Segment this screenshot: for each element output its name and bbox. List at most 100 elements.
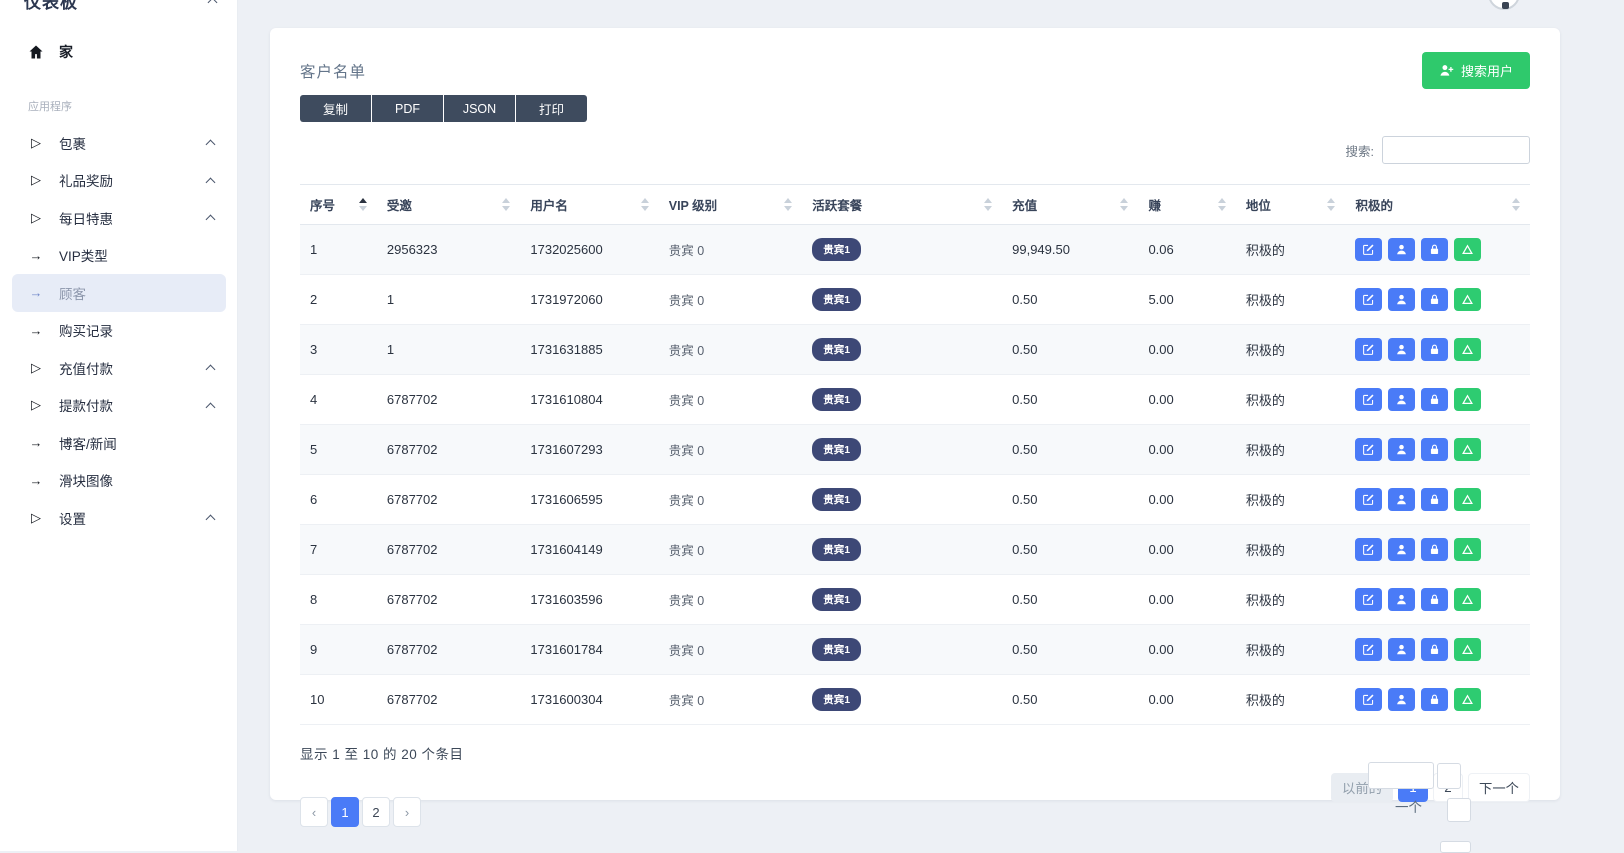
sidebar-item-purchase-records[interactable]: →购买记录 <box>0 312 238 350</box>
lock-user-button[interactable] <box>1421 338 1448 361</box>
view-user-button[interactable] <box>1388 638 1415 661</box>
edit-user-button[interactable] <box>1355 688 1382 711</box>
column-header-earn[interactable]: 赚 <box>1138 185 1235 225</box>
partial-input[interactable] <box>1368 762 1434 789</box>
status-cell: 积极的 <box>1236 275 1346 325</box>
page-1-button[interactable]: 1 <box>331 797 359 827</box>
home-icon <box>28 44 44 60</box>
lock-user-button[interactable] <box>1421 288 1448 311</box>
sidebar-item-dashboard[interactable]: 仪表板 <box>0 0 238 16</box>
lock-user-button[interactable] <box>1421 438 1448 461</box>
partial-page-box[interactable] <box>1447 798 1471 822</box>
print-button[interactable]: 打印 <box>516 95 587 122</box>
lock-user-button[interactable] <box>1421 238 1448 261</box>
view-user-button[interactable] <box>1388 388 1415 411</box>
column-header-status[interactable]: 地位 <box>1236 185 1346 225</box>
table-search-input[interactable] <box>1382 136 1530 164</box>
sort-desc-icon <box>1218 206 1226 211</box>
package-badge: 贵宾1 <box>812 538 861 561</box>
view-user-button[interactable] <box>1388 688 1415 711</box>
view-user-button[interactable] <box>1388 238 1415 261</box>
table-row: 311731631885贵宾 0贵宾10.500.00积极的 <box>300 325 1530 375</box>
prev-page-arrow[interactable]: ‹ <box>300 797 328 827</box>
edit-user-button[interactable] <box>1355 238 1382 261</box>
sidebar-item-withdrawal-payments[interactable]: ▷提款付款 <box>0 387 238 425</box>
partial-button[interactable] <box>1437 763 1461 789</box>
view-user-button[interactable] <box>1388 338 1415 361</box>
username-cell: 1731603596 <box>520 575 658 625</box>
edit-user-button[interactable] <box>1355 438 1382 461</box>
sort-asc-icon <box>1218 198 1226 203</box>
promote-user-button[interactable] <box>1454 538 1481 561</box>
sidebar-item-blog-news[interactable]: →博客/新闻 <box>0 424 238 462</box>
lock-user-button[interactable] <box>1421 488 1448 511</box>
lock-user-button[interactable] <box>1421 638 1448 661</box>
vip-level-cell: 贵宾 0 <box>659 375 803 425</box>
column-header-vip-level[interactable]: VIP 级别 <box>659 185 803 225</box>
partial-next-label[interactable]: 一个 <box>1395 796 1422 816</box>
recharge-cell: 0.50 <box>1002 575 1138 625</box>
promote-user-button[interactable] <box>1454 488 1481 511</box>
sidebar-item-slider-images[interactable]: →滑块图像 <box>0 462 238 500</box>
column-header-invited[interactable]: 受邀 <box>377 185 521 225</box>
next-page-arrow[interactable]: › <box>393 797 421 827</box>
sidebar-item-daily-specials[interactable]: ▷每日特惠 <box>0 199 238 237</box>
promote-user-button[interactable] <box>1454 638 1481 661</box>
lock-user-button[interactable] <box>1421 588 1448 611</box>
promote-user-button[interactable] <box>1454 388 1481 411</box>
column-header-recharge[interactable]: 充值 <box>1002 185 1138 225</box>
package-badge: 贵宾1 <box>812 438 861 461</box>
column-header-active-package[interactable]: 活跃套餐 <box>802 185 1002 225</box>
status-cell: 积极的 <box>1236 475 1346 525</box>
edit-user-button[interactable] <box>1355 338 1382 361</box>
sidebar-item-customers[interactable]: →顾客 <box>12 274 226 312</box>
package-badge: 贵宾1 <box>812 688 861 711</box>
column-header-username[interactable]: 用户名 <box>520 185 658 225</box>
lock-user-button[interactable] <box>1421 388 1448 411</box>
edit-user-button[interactable] <box>1355 488 1382 511</box>
page-2-button[interactable]: 2 <box>362 797 390 827</box>
recharge-cell: 99,949.50 <box>1002 225 1138 275</box>
partial-bottom-box[interactable] <box>1440 841 1471 853</box>
column-header-no[interactable]: 序号 <box>300 185 377 225</box>
sidebar-item-vip-types[interactable]: →VIP类型 <box>0 237 238 275</box>
sidebar-item-gift-rewards[interactable]: ▷礼品奖励 <box>0 162 238 200</box>
chevron-up-icon <box>208 0 218 7</box>
column-header-active[interactable]: 积极的 <box>1345 185 1530 225</box>
promote-user-button[interactable] <box>1454 238 1481 261</box>
sort-asc-icon <box>641 198 649 203</box>
sidebar-item-home[interactable]: 家 <box>0 32 238 72</box>
edit-user-button[interactable] <box>1355 638 1382 661</box>
promote-user-button[interactable] <box>1454 288 1481 311</box>
search-user-button[interactable]: 搜索用户 <box>1422 52 1530 89</box>
promote-user-button[interactable] <box>1454 338 1481 361</box>
arrow-right-icon: → <box>28 285 44 300</box>
sidebar-item-recharge-payments[interactable]: ▷充值付款 <box>0 349 238 387</box>
sidebar-item-settings[interactable]: ▷设置 <box>0 499 238 537</box>
view-user-button[interactable] <box>1388 538 1415 561</box>
lock-user-button[interactable] <box>1421 538 1448 561</box>
package-badge: 贵宾1 <box>812 338 861 361</box>
view-user-button[interactable] <box>1388 438 1415 461</box>
earn-cell: 0.00 <box>1138 625 1235 675</box>
edit-user-button[interactable] <box>1355 588 1382 611</box>
view-user-button[interactable] <box>1388 288 1415 311</box>
sort-asc-icon <box>1512 198 1520 203</box>
edit-user-button[interactable] <box>1355 538 1382 561</box>
edit-user-button[interactable] <box>1355 288 1382 311</box>
promote-user-button[interactable] <box>1454 588 1481 611</box>
next-button[interactable]: 下一个 <box>1468 773 1530 802</box>
json-button[interactable]: JSON <box>444 95 515 122</box>
table-row: 567877021731607293贵宾 0贵宾10.500.00积极的 <box>300 425 1530 475</box>
promote-user-button[interactable] <box>1454 438 1481 461</box>
status-cell: 积极的 <box>1236 675 1346 725</box>
edit-user-button[interactable] <box>1355 388 1382 411</box>
promote-user-button[interactable] <box>1454 688 1481 711</box>
sidebar-item-packages[interactable]: ▷包裹 <box>0 124 238 162</box>
pdf-button[interactable]: PDF <box>372 95 443 122</box>
lock-user-button[interactable] <box>1421 688 1448 711</box>
lock-icon <box>1428 593 1441 606</box>
view-user-button[interactable] <box>1388 588 1415 611</box>
copy-button[interactable]: 复制 <box>300 95 371 122</box>
view-user-button[interactable] <box>1388 488 1415 511</box>
